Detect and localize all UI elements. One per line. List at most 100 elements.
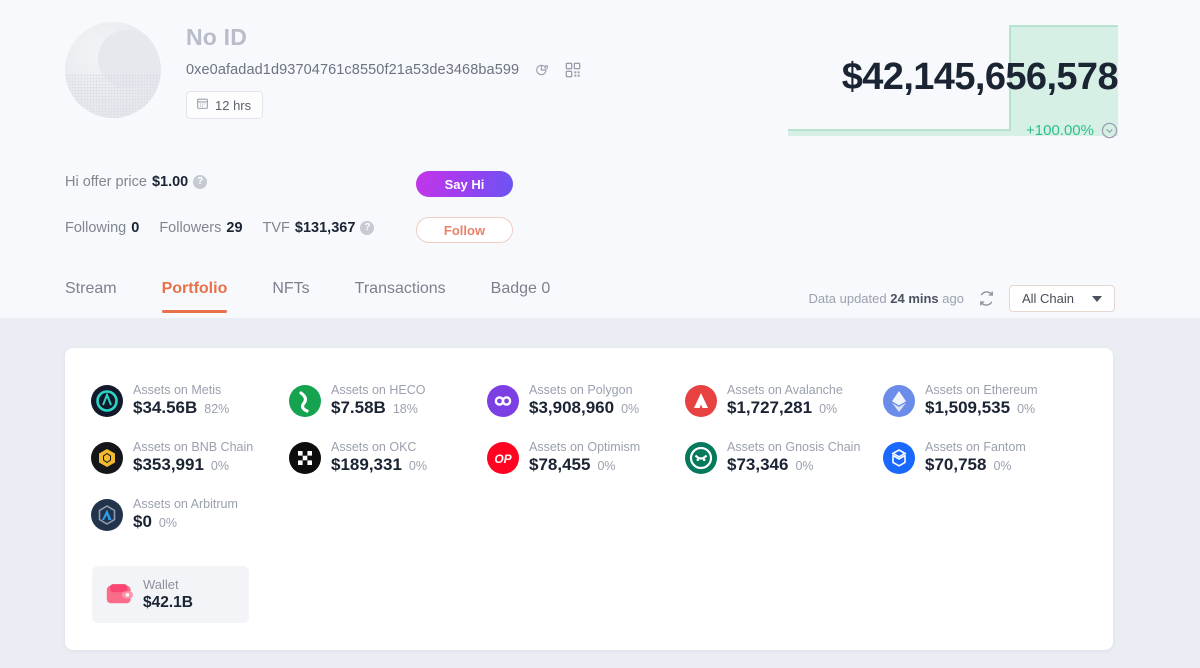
chain-asset-values: $189,331 0% [331, 455, 427, 475]
chain-asset-percent: 0% [1017, 402, 1035, 416]
chain-asset-percent: 82% [204, 402, 229, 416]
tab-transactions[interactable]: Transactions [355, 280, 446, 313]
chain-asset-name: Assets on BNB Chain [133, 440, 253, 454]
social-stats-row: Following 0 Followers 29 TVF $131,367 ? [65, 220, 388, 236]
chain-asset-value: $34.56B [133, 398, 197, 418]
chain-asset-item[interactable]: Assets on Metis$34.56B82% [91, 372, 289, 429]
following-stat[interactable]: Following 0 [65, 220, 139, 236]
heco-icon [289, 385, 321, 417]
wallet-text: Wallet $42.1B [143, 577, 193, 612]
chain-asset-percent: 0% [211, 459, 229, 473]
chain-asset-text: Assets on Avalanche$1,727,2810% [727, 383, 843, 418]
time-range-badge[interactable]: 12 hrs [186, 91, 263, 119]
chain-asset-item[interactable]: Assets on BNB Chain$353,9910% [91, 429, 289, 486]
identity-block: No ID 0xe0afadad1d93704761c8550f21a53de3… [186, 22, 581, 119]
chain-asset-percent: 0% [819, 402, 837, 416]
hi-offer-price-label: Hi offer price [65, 174, 147, 190]
refresh-icon[interactable] [978, 290, 995, 307]
chain-asset-values: $353,9910% [133, 455, 253, 475]
question-mark-icon[interactable]: ? [193, 175, 207, 189]
wallet-icon [106, 583, 133, 606]
fantom-icon [883, 442, 915, 474]
updated-value: 24 mins [890, 291, 938, 306]
chain-filter-select[interactable]: All Chain [1009, 285, 1115, 312]
chain-asset-item[interactable]: Assets on Gnosis Chain$73,3460% [685, 429, 883, 486]
tab-stream[interactable]: Stream [65, 280, 117, 313]
polygon-icon [487, 385, 519, 417]
chain-asset-values: $34.56B 82% [133, 398, 229, 418]
portfolio-card: Assets on Metis$34.56B82%Assets on HECO$… [65, 348, 1113, 650]
chain-asset-values: $00% [133, 512, 238, 532]
chain-asset-item[interactable]: Assets on Avalanche$1,727,2810% [685, 372, 883, 429]
arbitrum-icon [91, 499, 123, 531]
chain-asset-percent: 0% [159, 516, 177, 530]
chain-asset-value: $1,727,281 [727, 398, 812, 418]
page-title: No ID [186, 22, 581, 52]
tab-portfolio[interactable]: Portfolio [162, 280, 228, 313]
chain-asset-text: Assets on Fantom$70,7580% [925, 440, 1026, 475]
chevron-down-icon [1092, 296, 1102, 302]
balance-change-row: +100.00% [1026, 122, 1118, 139]
wallet-address[interactable]: 0xe0afadad1d93704761c8550f21a53de3468ba5… [186, 62, 519, 78]
chain-asset-value: $189,331 [331, 455, 402, 475]
following-label: Following [65, 220, 126, 236]
time-range-label: 12 hrs [215, 98, 251, 113]
chain-asset-item[interactable]: Assets on OKC$189,331 0% [289, 429, 487, 486]
chain-asset-item[interactable]: Assets on HECO$7.58B18% [289, 372, 487, 429]
chain-asset-percent: 0% [621, 402, 639, 416]
hi-offer-price-row: Hi offer price $1.00 ? [65, 174, 207, 190]
chain-asset-text: Assets on Gnosis Chain$73,3460% [727, 440, 860, 475]
tab-badge-0[interactable]: Badge 0 [491, 280, 551, 313]
hi-offer-price-value: $1.00 [152, 174, 188, 190]
chevron-down-circle-icon[interactable] [1101, 122, 1118, 139]
follow-button[interactable]: Follow [416, 217, 513, 243]
avalanche-icon [685, 385, 717, 417]
chain-asset-text: Assets on HECO$7.58B18% [331, 383, 425, 418]
chain-asset-item[interactable]: Assets on Ethereum$1,509,5350% [883, 372, 1081, 429]
followers-label: Followers [159, 220, 221, 236]
portfolio-toolbar: Data updated 24 mins ago All Chain [809, 285, 1115, 312]
svg-text:OP: OP [494, 452, 512, 466]
chain-asset-item[interactable]: Assets on Arbitrum$00% [91, 486, 289, 543]
chain-asset-grid: Assets on Metis$34.56B82%Assets on HECO$… [91, 372, 1091, 543]
tab-bar: Stream Portfolio NFTs Transactions Badge 0 [65, 280, 595, 313]
updated-prefix: Data updated [809, 291, 887, 306]
chain-asset-item[interactable]: Assets on Polygon$3,908,9600% [487, 372, 685, 429]
chain-asset-item[interactable]: OPAssets on Optimism$78,4550% [487, 429, 685, 486]
qr-code-icon[interactable] [565, 62, 581, 78]
bnb-icon [91, 442, 123, 474]
chain-asset-percent: 0% [409, 459, 427, 473]
tvf-value: $131,367 [295, 220, 355, 236]
chain-asset-percent: 0% [597, 459, 615, 473]
chain-asset-text: Assets on BNB Chain$353,9910% [133, 440, 253, 475]
chain-asset-name: Assets on Gnosis Chain [727, 440, 860, 454]
question-mark-icon[interactable]: ? [360, 221, 374, 235]
chain-asset-values: $1,509,5350% [925, 398, 1038, 418]
chain-asset-name: Assets on OKC [331, 440, 427, 454]
following-value: 0 [131, 220, 139, 236]
chain-asset-values: $70,7580% [925, 455, 1026, 475]
copy-icon[interactable] [534, 62, 550, 78]
optimism-icon: OP [487, 442, 519, 474]
balance-change: +100.00% [1026, 122, 1094, 139]
chain-asset-name: Assets on Arbitrum [133, 497, 238, 511]
tab-nfts[interactable]: NFTs [272, 280, 309, 313]
chain-asset-text: Assets on Arbitrum$00% [133, 497, 238, 532]
chain-asset-item[interactable]: Assets on Fantom$70,7580% [883, 429, 1081, 486]
chain-asset-percent: 0% [795, 459, 813, 473]
total-balance: $42,145,656,578 [842, 54, 1118, 100]
updated-suffix: ago [942, 291, 964, 306]
chain-asset-text: Assets on Ethereum$1,509,5350% [925, 383, 1038, 418]
followers-stat[interactable]: Followers 29 [159, 220, 242, 236]
address-row: 0xe0afadad1d93704761c8550f21a53de3468ba5… [186, 62, 581, 78]
say-hi-button[interactable]: Say Hi [416, 171, 513, 197]
balance-block: $42,145,656,578 +100.00% [788, 18, 1118, 136]
chain-filter-label: All Chain [1022, 291, 1074, 306]
chain-asset-percent: 0% [993, 459, 1011, 473]
chain-asset-name: Assets on HECO [331, 383, 425, 397]
wallet-tile[interactable]: Wallet $42.1B [92, 566, 249, 623]
avatar-dots [65, 74, 161, 118]
wallet-value: $42.1B [143, 594, 193, 612]
avatar[interactable] [65, 22, 161, 118]
chain-asset-text: Assets on OKC$189,331 0% [331, 440, 427, 475]
